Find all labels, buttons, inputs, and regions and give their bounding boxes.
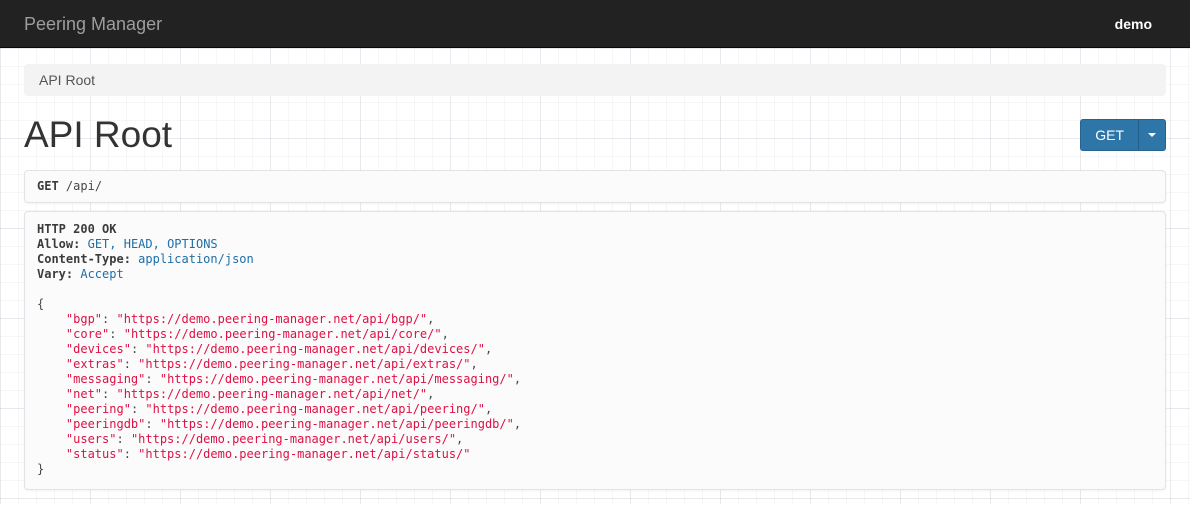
top-navbar: Peering Manager demo <box>0 0 1190 48</box>
api-link-core[interactable]: "https://demo.peering-manager.net/api/co… <box>124 327 442 341</box>
request-info: GET /api/ <box>24 170 1166 203</box>
json-key: "status" <box>66 447 124 461</box>
api-link-devices[interactable]: "https://demo.peering-manager.net/api/de… <box>145 342 485 356</box>
json-key: "devices" <box>66 342 131 356</box>
get-dropdown-toggle[interactable] <box>1138 119 1166 151</box>
brand-link[interactable]: Peering Manager <box>24 0 162 48</box>
status-line: HTTP 200 OK <box>37 222 116 236</box>
response-header-value: application/json <box>138 252 254 266</box>
json-key: "net" <box>66 387 102 401</box>
breadcrumb-item-api-root: API Root <box>39 72 95 88</box>
api-link-status[interactable]: "https://demo.peering-manager.net/api/st… <box>138 447 470 461</box>
user-menu[interactable]: demo <box>1115 0 1166 48</box>
json-key: "messaging" <box>66 372 145 386</box>
api-link-net[interactable]: "https://demo.peering-manager.net/api/ne… <box>116 387 427 401</box>
page-title: API Root <box>24 114 172 156</box>
caret-down-icon <box>1148 133 1156 137</box>
get-button[interactable]: GET <box>1080 119 1138 151</box>
response-body: HTTP 200 OK Allow: GET, HEAD, OPTIONS Co… <box>37 222 1153 477</box>
json-key: "peeringdb" <box>66 417 145 431</box>
json-key: "users" <box>66 432 117 446</box>
api-link-messaging[interactable]: "https://demo.peering-manager.net/api/me… <box>160 372 514 386</box>
response-header-value: Accept <box>80 267 123 281</box>
response-info: HTTP 200 OK Allow: GET, HEAD, OPTIONS Co… <box>24 211 1166 490</box>
breadcrumb: API Root <box>24 64 1166 96</box>
api-link-peeringdb[interactable]: "https://demo.peering-manager.net/api/pe… <box>160 417 514 431</box>
json-key: "bgp" <box>66 312 102 326</box>
json-key: "peering" <box>66 402 131 416</box>
json-key: "core" <box>66 327 109 341</box>
method-button-group: GET <box>1080 119 1166 151</box>
api-link-extras[interactable]: "https://demo.peering-manager.net/api/ex… <box>138 357 470 371</box>
request-path: /api/ <box>66 179 102 193</box>
page-header: API Root GET <box>24 114 1166 156</box>
response-header-value: GET, HEAD, OPTIONS <box>88 237 218 251</box>
api-link-peering[interactable]: "https://demo.peering-manager.net/api/pe… <box>145 402 485 416</box>
request-method: GET <box>37 179 59 193</box>
request-line: GET /api/ <box>37 179 1153 194</box>
api-link-bgp[interactable]: "https://demo.peering-manager.net/api/bg… <box>116 312 427 326</box>
response-header-name: Allow: <box>37 237 80 251</box>
response-header-name: Content-Type: <box>37 252 131 266</box>
api-link-users[interactable]: "https://demo.peering-manager.net/api/us… <box>131 432 456 446</box>
response-header-name: Vary: <box>37 267 73 281</box>
content-area: API Root API Root GET GET /api/ HTTP 200… <box>0 48 1190 504</box>
json-key: "extras" <box>66 357 124 371</box>
